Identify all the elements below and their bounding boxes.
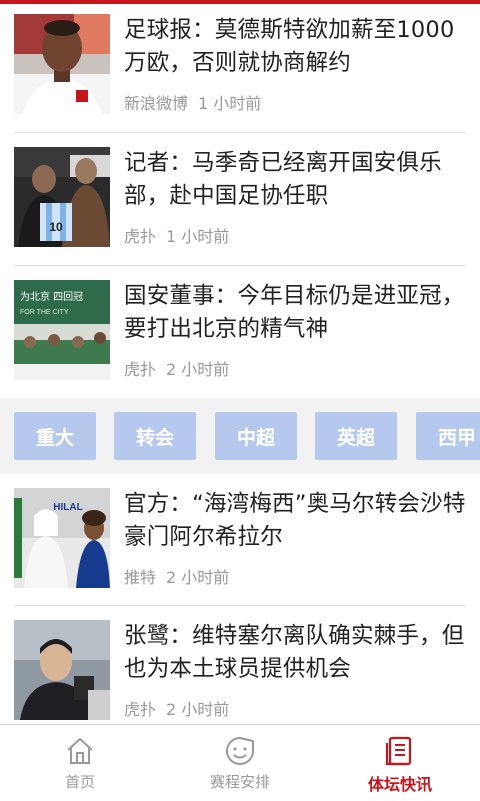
news-item[interactable]: 为北京 四回冠 FOR THE CITY 国安董事：今年目标仍是进亚冠，要打出北… <box>14 280 466 380</box>
tag-csl[interactable]: 中超 <box>215 412 297 460</box>
news-item[interactable]: 张鹭：维特塞尔离队确实棘手，但也为本土球员提供机会 虎扑 2 小时前 <box>14 620 466 720</box>
news-source: 虎扑 <box>124 360 157 379</box>
tag-major[interactable]: 重大 <box>14 412 96 460</box>
smiley-icon <box>226 737 254 765</box>
banner-text: 为北京 四回冠 <box>20 290 83 303</box>
news-item[interactable]: 足球报：莫德斯特欲加薪至1000万欧，否则就协商解约 新浪微博 1 小时前 <box>14 14 466 114</box>
news-source: 虎扑 <box>124 700 157 719</box>
nav-news-label: 体坛快讯 <box>367 775 432 794</box>
news-meta: 虎扑 2 小时前 <box>124 696 229 720</box>
news-meta: 新浪微博 1 小时前 <box>124 90 261 114</box>
nav-home-label: 首页 <box>64 773 95 791</box>
divider <box>14 605 466 606</box>
news-feed[interactable]: 足球报：莫德斯特欲加薪至1000万欧，否则就协商解约 新浪微博 1 小时前 10 … <box>0 0 480 724</box>
divider <box>14 265 466 266</box>
news-meta: 虎扑 1 小时前 <box>124 223 229 247</box>
news-thumbnail: HILAL <box>14 488 110 588</box>
news-thumbnail <box>14 14 110 114</box>
banner-subtext: FOR THE CITY <box>20 309 69 316</box>
jersey-number: 10 <box>49 220 63 234</box>
news-source: 虎扑 <box>124 227 157 246</box>
news-source: 新浪微博 <box>124 94 189 113</box>
tag-transfer[interactable]: 转会 <box>114 412 196 460</box>
divider <box>14 132 466 133</box>
tag-premier-league[interactable]: 英超 <box>315 412 397 460</box>
news-time: 1 小时前 <box>198 94 262 113</box>
news-item[interactable]: HILAL 官方：“海湾梅西”奥马尔转会沙特豪门阿尔希拉尔 推特 2 小时前 <box>14 488 466 588</box>
news-meta: 推特 2 小时前 <box>124 564 229 588</box>
news-item[interactable]: 10 记者：马季奇已经离开国安俱乐部，赴中国足协任职 虎扑 1 小时前 <box>14 147 466 247</box>
news-icon <box>385 736 412 766</box>
news-title: 张鹭：维特塞尔离队确实棘手，但也为本土球员提供机会 <box>124 623 465 682</box>
nav-schedule[interactable]: 赛程安排 <box>160 725 320 801</box>
tag-la-liga[interactable]: 西甲 <box>416 412 480 460</box>
bottom-nav[interactable]: 首页 赛程安排 体坛快讯 <box>0 724 480 801</box>
news-title: 官方：“海湾梅西”奥马尔转会沙特豪门阿尔希拉尔 <box>124 491 466 550</box>
news-time: 2 小时前 <box>166 568 230 587</box>
category-tags[interactable]: 重大 转会 中超 英超 西甲 <box>0 398 480 474</box>
news-meta: 虎扑 2 小时前 <box>124 356 229 380</box>
news-thumbnail <box>14 620 110 720</box>
nav-news[interactable]: 体坛快讯 <box>320 725 480 801</box>
home-icon <box>67 738 93 764</box>
wall-text: HILAL <box>53 502 82 513</box>
news-time: 2 小时前 <box>166 360 230 379</box>
news-title: 足球报：莫德斯特欲加薪至1000万欧，否则就协商解约 <box>124 17 455 76</box>
nav-home[interactable]: 首页 <box>0 725 160 801</box>
news-thumbnail: 10 <box>14 147 110 247</box>
news-time: 2 小时前 <box>166 700 230 719</box>
news-title: 国安董事：今年目标仍是进亚冠，要打出北京的精气神 <box>124 283 465 342</box>
news-thumbnail: 为北京 四回冠 FOR THE CITY <box>14 280 110 380</box>
news-source: 推特 <box>124 568 157 587</box>
news-time: 1 小时前 <box>166 227 230 246</box>
nav-schedule-label: 赛程安排 <box>209 773 270 791</box>
news-title: 记者：马季奇已经离开国安俱乐部，赴中国足协任职 <box>124 150 442 209</box>
